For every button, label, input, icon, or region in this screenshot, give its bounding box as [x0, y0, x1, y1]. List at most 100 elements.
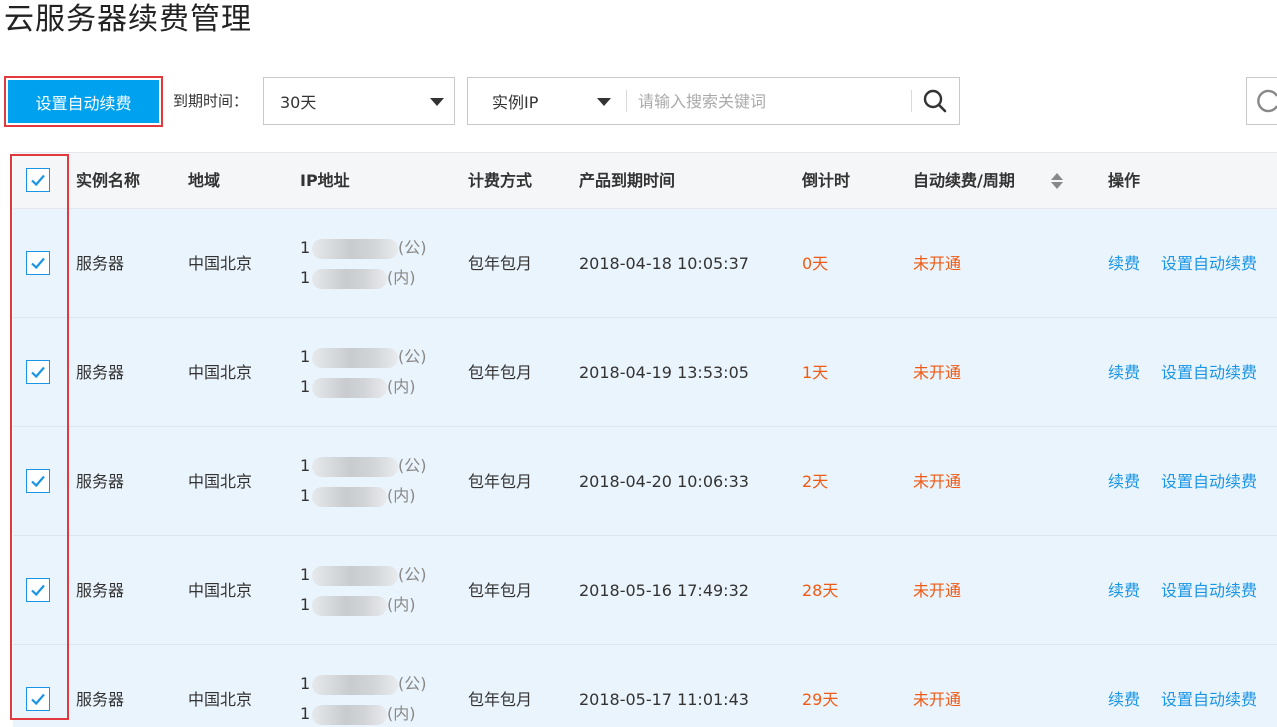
ip-public: 1 (公) [300, 238, 427, 259]
ip-public-suffix: (公) [398, 565, 427, 584]
redacted-ip-blur [312, 487, 387, 507]
set-auto-renew-button[interactable]: 设置自动续费 [8, 80, 159, 123]
auto-renew-status: 未开通 [913, 254, 962, 273]
page-title: 云服务器续费管理 [4, 2, 252, 37]
header-region: 地域 [188, 171, 221, 190]
ip-private-prefix: 1 [300, 377, 311, 396]
header-ip: IP地址 [300, 171, 350, 190]
search-type-select[interactable]: 实例IP [468, 78, 626, 124]
countdown: 2天 [802, 472, 829, 491]
ip-private-suffix: (内) [387, 268, 416, 287]
renew-link[interactable]: 续费 [1108, 254, 1140, 274]
ip-public-prefix: 1 [300, 347, 311, 366]
billing-method: 包年包月 [468, 581, 533, 600]
ip-private-suffix: (内) [387, 595, 416, 614]
auto-renew-status: 未开通 [913, 581, 962, 600]
ip-private-suffix: (内) [387, 704, 416, 723]
ip-public: 1 (公) [300, 674, 427, 695]
region: 中国北京 [188, 254, 253, 273]
billing-method: 包年包月 [468, 690, 533, 709]
ip-public-suffix: (公) [398, 674, 427, 693]
search-input[interactable] [638, 86, 908, 116]
expire-time-select-value: 30天 [280, 93, 317, 112]
header-billing: 计费方式 [468, 171, 533, 190]
ip-private-prefix: 1 [300, 268, 311, 287]
check-icon [31, 366, 45, 379]
header-countdown: 倒计时 [802, 171, 851, 190]
ip-public: 1 (公) [300, 347, 427, 368]
ip-public-prefix: 1 [300, 674, 311, 693]
redacted-ip-blur [312, 378, 387, 398]
search-box: 实例IP [467, 77, 960, 125]
search-button[interactable] [912, 78, 960, 124]
divider [626, 90, 627, 112]
countdown: 29天 [802, 690, 839, 709]
check-icon [31, 693, 45, 706]
check-icon [31, 475, 45, 488]
row-checkbox[interactable] [26, 687, 50, 711]
check-icon [31, 584, 45, 597]
header-expire-time: 产品到期时间 [579, 171, 676, 190]
renew-link[interactable]: 续费 [1108, 472, 1140, 492]
expire-time: 2018-04-20 10:06:33 [579, 472, 749, 491]
renew-link[interactable]: 续费 [1108, 363, 1140, 383]
ip-public-suffix: (公) [398, 238, 427, 257]
check-icon [31, 257, 45, 270]
expire-time: 2018-04-18 10:05:37 [579, 254, 749, 273]
check-icon [31, 174, 45, 187]
instance-name: 服务器 [76, 363, 125, 382]
instance-name: 服务器 [76, 581, 125, 600]
ip-private-suffix: (内) [387, 486, 416, 505]
table-row: 服务器 中国北京 1 (公) 1 (内) 包年包月 2018-04-19 13:… [13, 318, 1277, 427]
auto-renew-status: 未开通 [913, 690, 962, 709]
set-auto-renew-link[interactable]: 设置自动续费 [1161, 254, 1257, 274]
table-header: 实例名称 地域 IP地址 计费方式 产品到期时间 倒计时 自动续费/周期 操作 [13, 152, 1277, 209]
table-row: 服务器 中国北京 1 (公) 1 (内) 包年包月 2018-04-18 10:… [13, 209, 1277, 318]
refresh-button[interactable] [1246, 77, 1277, 125]
ip-private-prefix: 1 [300, 595, 311, 614]
expire-time: 2018-05-16 17:49:32 [579, 581, 749, 600]
table-row: 服务器 中国北京 1 (公) 1 (内) 包年包月 2018-04-20 10:… [13, 427, 1277, 536]
select-all-checkbox[interactable] [26, 168, 50, 192]
expire-time-select[interactable]: 30天 [263, 77, 455, 125]
set-auto-renew-link[interactable]: 设置自动续费 [1161, 472, 1257, 492]
ip-public-suffix: (公) [398, 456, 427, 475]
billing-method: 包年包月 [468, 254, 533, 273]
ip-private-suffix: (内) [387, 377, 416, 396]
redacted-ip-blur [312, 269, 387, 289]
set-auto-renew-link[interactable]: 设置自动续费 [1161, 690, 1257, 710]
header-auto-renew[interactable]: 自动续费/周期 [913, 153, 1015, 208]
ip-public-prefix: 1 [300, 456, 311, 475]
redacted-ip-blur [312, 596, 387, 616]
row-checkbox[interactable] [26, 360, 50, 384]
search-icon [923, 89, 947, 113]
ip-public-prefix: 1 [300, 238, 311, 257]
header-instance-name: 实例名称 [76, 171, 141, 190]
countdown: 0天 [802, 254, 829, 273]
renew-link[interactable]: 续费 [1108, 581, 1140, 601]
ip-private-prefix: 1 [300, 486, 311, 505]
ip-private: 1 (内) [300, 486, 416, 507]
auto-renew-button-highlight: 设置自动续费 [4, 76, 163, 127]
expire-time: 2018-04-19 13:53:05 [579, 363, 749, 382]
set-auto-renew-link[interactable]: 设置自动续费 [1161, 581, 1257, 601]
row-checkbox[interactable] [26, 469, 50, 493]
redacted-ip-blur [312, 348, 398, 368]
redacted-ip-blur [312, 566, 398, 586]
ip-private: 1 (内) [300, 268, 416, 289]
ip-private: 1 (内) [300, 595, 416, 616]
instance-name: 服务器 [76, 690, 125, 709]
region: 中国北京 [188, 363, 253, 382]
ip-private: 1 (内) [300, 704, 416, 725]
redacted-ip-blur [312, 457, 398, 477]
row-checkbox[interactable] [26, 578, 50, 602]
row-checkbox[interactable] [26, 251, 50, 275]
set-auto-renew-link[interactable]: 设置自动续费 [1161, 363, 1257, 383]
sort-icon[interactable] [1050, 172, 1064, 190]
renew-link[interactable]: 续费 [1108, 690, 1140, 710]
ip-public: 1 (公) [300, 456, 427, 477]
refresh-icon [1257, 89, 1277, 113]
countdown: 1天 [802, 363, 829, 382]
region: 中国北京 [188, 472, 253, 491]
ip-private-prefix: 1 [300, 704, 311, 723]
